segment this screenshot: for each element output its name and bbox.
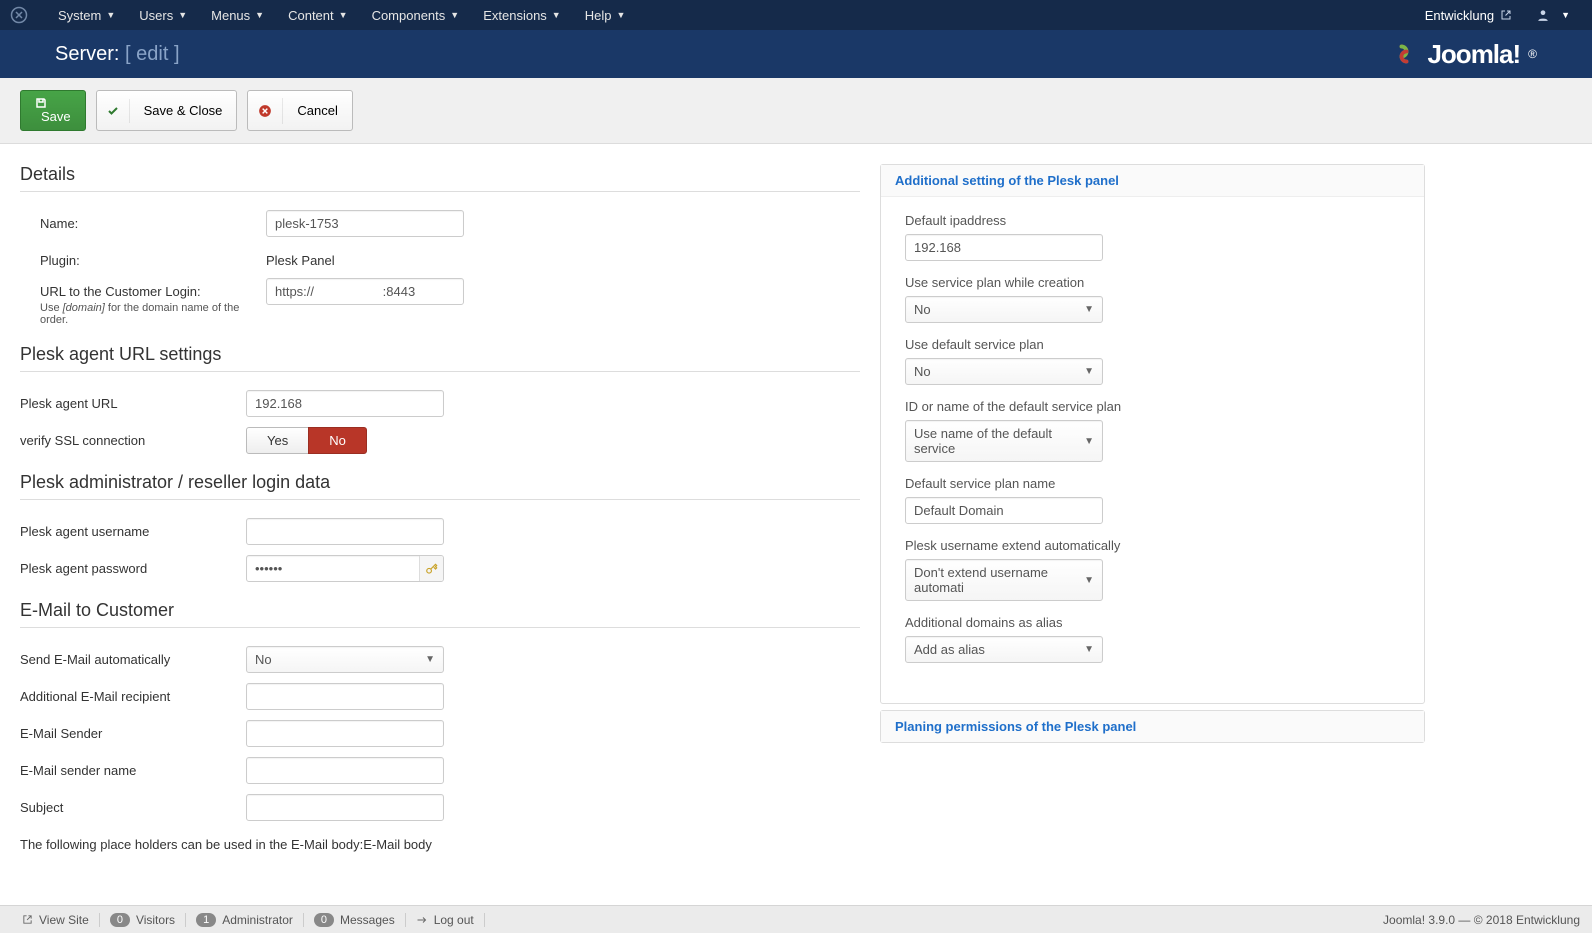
user-extend-label: Plesk username extend automatically	[905, 538, 1400, 553]
status-footer: View Site 0Visitors 1Administrator 0Mess…	[0, 905, 1592, 933]
footer-administrator[interactable]: 1Administrator	[186, 913, 304, 927]
nav-user-menu[interactable]: ▼	[1524, 8, 1582, 22]
accordion-additional-settings: Additional setting of the Plesk panel De…	[880, 164, 1425, 704]
password-reveal-icon[interactable]	[419, 556, 443, 581]
agent-url-label: Plesk agent URL	[20, 390, 246, 417]
add-domains-label: Additional domains as alias	[905, 615, 1400, 630]
email-sender-name-label: E-Mail sender name	[20, 757, 246, 784]
use-plan-label: Use service plan while creation	[905, 275, 1400, 290]
nav-content[interactable]: Content▼	[276, 0, 359, 30]
plugin-value: Plesk Panel	[266, 247, 335, 268]
save-icon	[35, 97, 71, 109]
check-icon	[97, 99, 130, 123]
user-extend-select[interactable]: Don't extend username automati▼	[905, 559, 1103, 601]
save-button[interactable]: Save	[20, 90, 86, 131]
ssl-toggle: Yes No	[246, 427, 367, 454]
agent-url-input[interactable]	[246, 390, 444, 417]
id-name-select[interactable]: Use name of the default service▼	[905, 420, 1103, 462]
add-recipient-input[interactable]	[246, 683, 444, 710]
page-header: Server: [ edit ] Joomla!®	[0, 30, 1592, 78]
footer-view-site[interactable]: View Site	[12, 913, 100, 927]
plugin-label: Plugin:	[40, 247, 266, 268]
use-plan-select[interactable]: No▼	[905, 296, 1103, 323]
accordion-planing-permissions: Planing permissions of the Plesk panel	[880, 710, 1425, 743]
section-plesk-login: Plesk administrator / reseller login dat…	[20, 472, 860, 500]
agent-password-label: Plesk agent password	[20, 555, 246, 582]
cancel-icon	[248, 98, 283, 124]
accordion-header-additional[interactable]: Additional setting of the Plesk panel	[881, 165, 1424, 197]
ssl-no-option[interactable]: No	[308, 427, 367, 454]
default-ip-label: Default ipaddress	[905, 213, 1400, 228]
use-default-plan-label: Use default service plan	[905, 337, 1400, 352]
send-auto-label: Send E-Mail automatically	[20, 646, 246, 673]
nav-components[interactable]: Components▼	[360, 0, 472, 30]
section-email: E-Mail to Customer	[20, 600, 860, 628]
footer-messages[interactable]: 0Messages	[304, 913, 406, 927]
use-default-plan-select[interactable]: No▼	[905, 358, 1103, 385]
nav-system[interactable]: System▼	[46, 0, 127, 30]
save-close-button[interactable]: Save & Close	[96, 90, 238, 131]
accordion-header-planing[interactable]: Planing permissions of the Plesk panel	[881, 711, 1424, 742]
email-sender-name-input[interactable]	[246, 757, 444, 784]
external-link-icon	[22, 914, 33, 925]
sidebar: Additional setting of the Plesk panel De…	[880, 164, 1425, 749]
joomla-logo-icon	[1389, 39, 1419, 69]
nav-help[interactable]: Help▼	[573, 0, 638, 30]
send-auto-select[interactable]: No▼	[246, 646, 444, 673]
agent-password-input[interactable]	[246, 555, 444, 582]
main-form: Details Name: Plugin: Plesk Panel URL to…	[20, 164, 860, 892]
subject-label: Subject	[20, 794, 246, 821]
footer-logout[interactable]: Log out	[406, 913, 485, 927]
joomla-icon[interactable]	[10, 6, 28, 24]
section-details: Details	[20, 164, 860, 192]
nav-users[interactable]: Users▼	[127, 0, 199, 30]
url-login-input[interactable]	[266, 278, 464, 305]
top-navbar: System▼ Users▼ Menus▼ Content▼ Component…	[0, 0, 1592, 30]
nav-site-link[interactable]: Entwicklung	[1413, 8, 1524, 23]
ssl-yes-option[interactable]: Yes	[246, 427, 309, 454]
nav-menus[interactable]: Menus▼	[199, 0, 276, 30]
logout-icon	[416, 914, 428, 926]
url-login-label: URL to the Customer Login: Use [domain] …	[40, 278, 266, 326]
id-name-label: ID or name of the default service plan	[905, 399, 1400, 414]
action-toolbar: Save Save & Close Cancel	[0, 78, 1592, 144]
default-ip-input[interactable]	[905, 234, 1103, 261]
footer-copyright: Joomla! 3.9.0 — © 2018 Entwicklung	[1383, 913, 1580, 927]
section-plesk-url: Plesk agent URL settings	[20, 344, 860, 372]
agent-username-label: Plesk agent username	[20, 518, 246, 545]
email-sender-label: E-Mail Sender	[20, 720, 246, 747]
agent-username-input[interactable]	[246, 518, 444, 545]
add-recipient-label: Additional E-Mail recipient	[20, 683, 246, 710]
name-input[interactable]	[266, 210, 464, 237]
cancel-button[interactable]: Cancel	[247, 90, 352, 131]
user-icon	[1536, 8, 1550, 22]
default-plan-name-input[interactable]	[905, 497, 1103, 524]
nav-extensions[interactable]: Extensions▼	[471, 0, 573, 30]
name-label: Name:	[40, 210, 266, 237]
external-link-icon	[1500, 9, 1512, 21]
email-sender-input[interactable]	[246, 720, 444, 747]
ssl-label: verify SSL connection	[20, 427, 246, 454]
placeholders-note: The following place holders can be used …	[20, 831, 432, 852]
default-plan-name-label: Default service plan name	[905, 476, 1400, 491]
footer-visitors[interactable]: 0Visitors	[100, 913, 186, 927]
joomla-logo: Joomla!®	[1389, 39, 1537, 70]
page-title: Server: [ edit ]	[55, 43, 180, 66]
add-domains-select[interactable]: Add as alias▼	[905, 636, 1103, 663]
subject-input[interactable]	[246, 794, 444, 821]
